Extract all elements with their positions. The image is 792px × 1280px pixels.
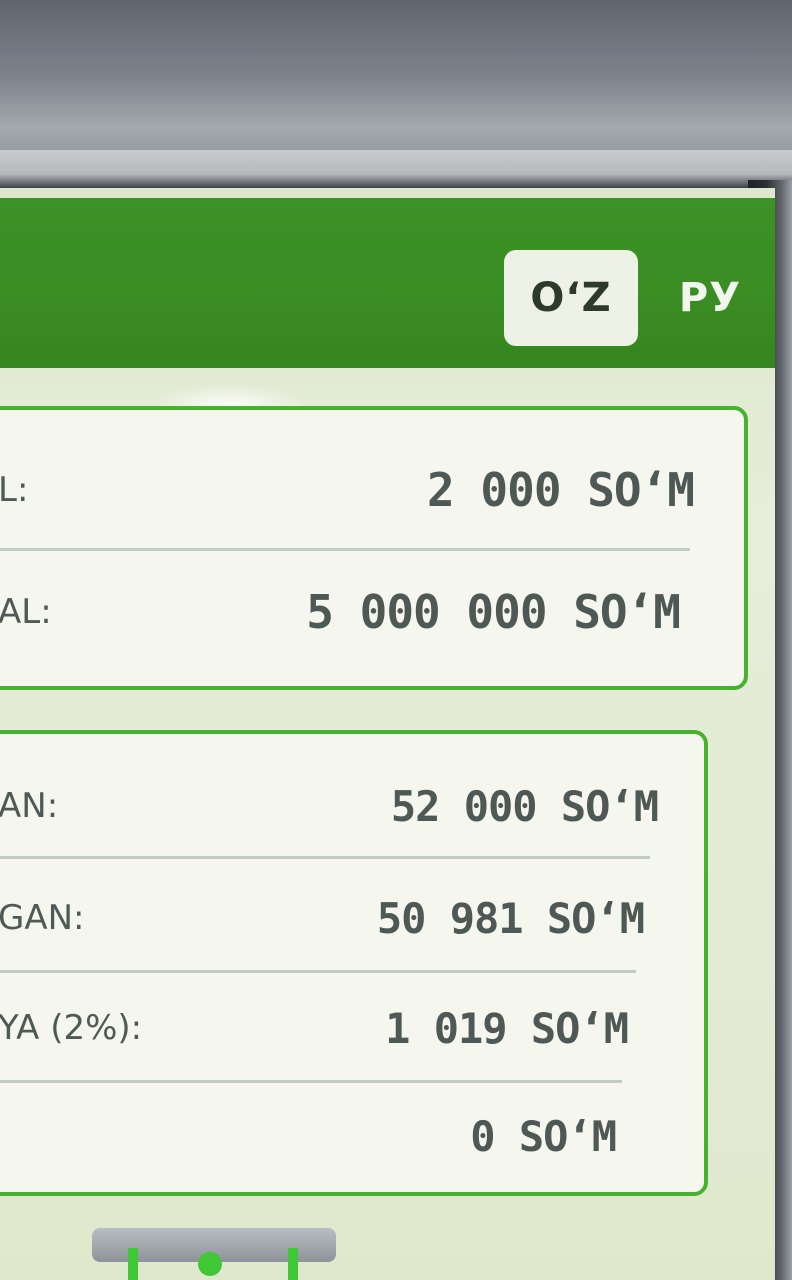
summary-credited-value: 50 981 SO‘M	[376, 893, 645, 943]
language-button-uzbek[interactable]: O‘Z	[504, 250, 638, 346]
bill-acceptor-indicator	[198, 1252, 222, 1276]
limit-row-min: L: 2 000 SO‘M	[0, 440, 744, 540]
limit-row-max: AL: 5 000 000 SO‘M	[0, 562, 744, 662]
top-bar: O‘Z РУ	[0, 198, 775, 368]
summary-row-credited: GAN: 50 981 SO‘M	[0, 868, 704, 968]
divider	[0, 548, 690, 551]
kiosk-bezel-top	[0, 0, 792, 170]
kiosk-bezel-lip	[0, 150, 792, 190]
summary-commission-label: YA (2%):	[0, 1008, 143, 1048]
limit-max-label: AL:	[0, 592, 52, 632]
summary-row-inserted: AN: 52 000 SO‘M	[0, 756, 704, 856]
summary-commission-value: 1 019 SO‘M	[385, 1003, 629, 1053]
limits-card: L: 2 000 SO‘M AL: 5 000 000 SO‘M	[0, 406, 748, 690]
limit-min-value: 2 000 SO‘M	[427, 463, 695, 517]
summary-credited-label: GAN:	[0, 898, 85, 938]
summary-row-commission: YA (2%): 1 019 SO‘M	[0, 978, 704, 1078]
limit-min-label: L:	[0, 470, 29, 510]
summary-row-change: 0 SO‘M	[0, 1088, 704, 1184]
summary-change-value: 0 SO‘M	[470, 1111, 617, 1161]
divider	[0, 970, 636, 973]
payment-summary-card: AN: 52 000 SO‘M GAN: 50 981 SO‘M YA (2%)…	[0, 730, 708, 1196]
language-button-russian[interactable]: РУ	[660, 250, 760, 346]
divider	[0, 856, 650, 859]
summary-inserted-label: AN:	[0, 786, 59, 826]
divider	[0, 1080, 622, 1083]
limit-max-value: 5 000 000 SO‘M	[306, 585, 681, 639]
kiosk-screen: O‘Z РУ L: 2 000 SO‘M AL: 5 000 000 SO‘M …	[0, 188, 775, 1280]
summary-inserted-value: 52 000 SO‘M	[390, 781, 659, 831]
